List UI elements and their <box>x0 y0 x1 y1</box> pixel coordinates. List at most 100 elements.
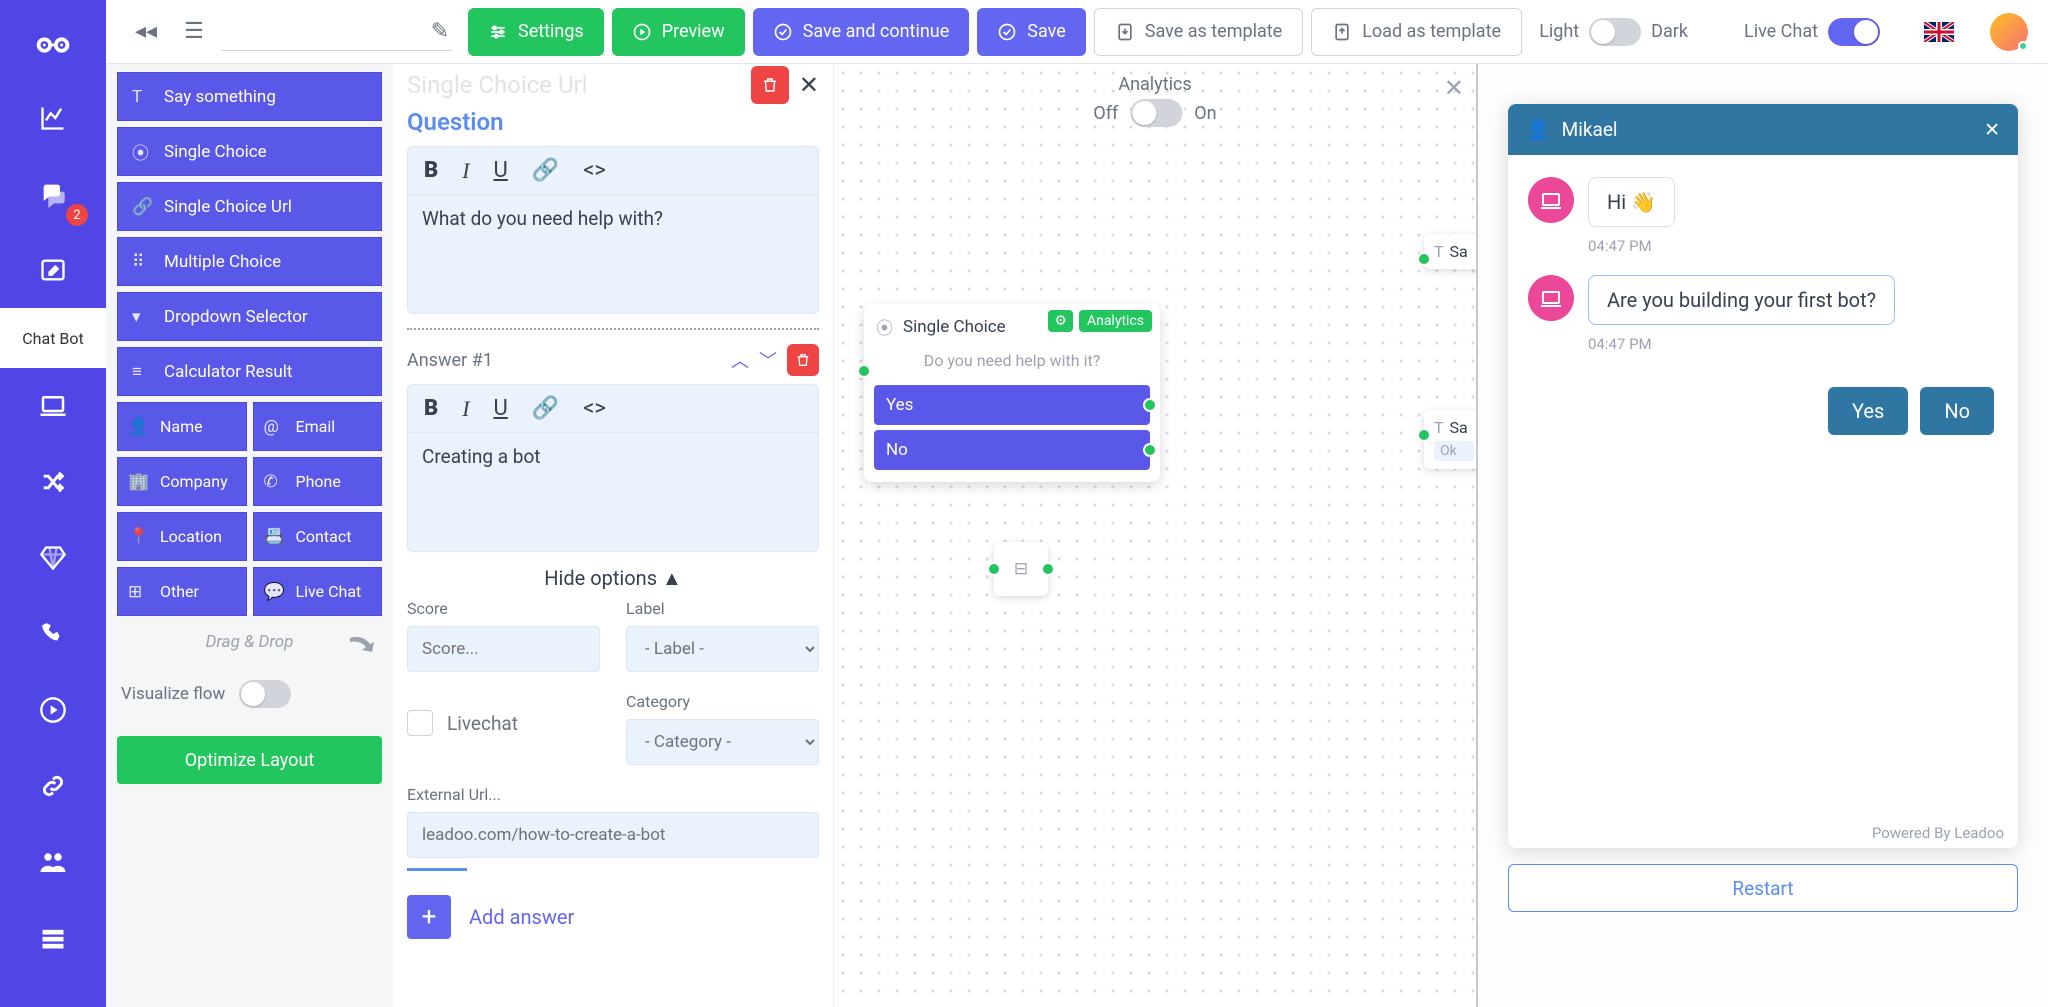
rail-laptop-icon[interactable] <box>0 368 106 444</box>
node-editor: Single Choice Url ✕ Question B I U 🔗 <> … <box>393 64 833 1007</box>
underline-icon[interactable]: U <box>494 396 508 421</box>
palette-livechat[interactable]: 💬Live Chat <box>253 567 383 616</box>
rail-users-icon[interactable] <box>0 824 106 900</box>
move-down-icon[interactable]: ﹀ <box>759 347 777 373</box>
close-editor-icon[interactable]: ✕ <box>799 71 819 99</box>
palette-calculator-result[interactable]: ≡Calculator Result <box>117 347 382 396</box>
palette-phone[interactable]: ✆Phone <box>253 457 383 506</box>
optimize-layout-button[interactable]: Optimize Layout <box>117 736 382 784</box>
user-avatar[interactable] <box>1990 13 2028 51</box>
chat-body: Hi 👋 04:47 PM Are you building your firs… <box>1508 155 2018 818</box>
preview-label: Preview <box>662 21 725 42</box>
palette-other[interactable]: ⊞Other <box>117 567 247 616</box>
flow-node-mini[interactable]: ⊟ <box>994 542 1048 596</box>
palette-single-choice-url[interactable]: 🔗Single Choice Url <box>117 182 382 231</box>
analytics-toggle[interactable] <box>1130 99 1182 127</box>
delete-answer-button[interactable] <box>787 344 819 376</box>
visualize-toggle[interactable] <box>239 680 291 708</box>
theme-toggle[interactable] <box>1589 18 1641 46</box>
palette-single-choice[interactable]: ⦿Single Choice <box>117 127 382 176</box>
link-icon[interactable]: 🔗 <box>532 396 559 421</box>
livechat-checkbox-label: Livechat <box>447 712 518 735</box>
rail-chats-icon[interactable]: 2 <box>0 156 106 232</box>
rail-shuffle-icon[interactable] <box>0 444 106 520</box>
node-option-no[interactable]: No <box>874 430 1150 470</box>
code-icon[interactable]: <> <box>583 158 606 183</box>
theme-toggle-group: Light Dark <box>1539 18 1688 46</box>
rail-link-icon[interactable] <box>0 748 106 824</box>
chat-timestamp-1: 04:47 PM <box>1588 237 1998 255</box>
category-select[interactable]: - Category - <box>626 719 819 765</box>
delete-node-button[interactable] <box>751 66 789 104</box>
rail-chatbot-active[interactable]: Chat Bot <box>0 308 106 368</box>
palette-dropdown-selector[interactable]: ▾Dropdown Selector <box>117 292 382 341</box>
add-answer-row[interactable]: + Add answer <box>407 895 819 939</box>
external-url-label: External Url... <box>407 785 819 804</box>
palette-contact[interactable]: 📇Contact <box>253 512 383 561</box>
flow-node-say2[interactable]: TSa Ok <box>1424 410 1478 469</box>
node-gear-badge[interactable]: ⚙ <box>1048 310 1073 332</box>
italic-icon[interactable]: I <box>462 158 469 184</box>
flow-node-say1[interactable]: TSa <box>1424 234 1478 269</box>
menu-icon[interactable]: ☰ <box>174 12 214 52</box>
visualize-flow-row: Visualize flow <box>117 674 382 730</box>
underline-icon[interactable]: U <box>494 158 508 183</box>
bot-name-input[interactable] <box>222 13 452 51</box>
palette-multiple-choice[interactable]: ⠿Multiple Choice <box>117 237 382 286</box>
settings-button[interactable]: Settings <box>468 8 604 56</box>
label-select[interactable]: - Label - <box>626 626 819 672</box>
palette-company[interactable]: 🏢Company <box>117 457 247 506</box>
pencil-icon[interactable]: ✎ <box>420 12 460 52</box>
answer-editor[interactable]: Creating a bot <box>407 432 819 552</box>
code-icon[interactable]: <> <box>583 396 606 421</box>
bot-avatar-icon <box>1528 275 1574 321</box>
save-button[interactable]: Save <box>977 8 1086 56</box>
question-editor[interactable]: What do you need help with? <box>407 194 819 314</box>
external-url-input[interactable] <box>407 812 819 858</box>
settings-label: Settings <box>518 21 584 42</box>
topbar: ◂◂ ☰ ✎ Settings Preview Save and continu… <box>106 0 2048 64</box>
palette-email[interactable]: @Email <box>253 402 383 451</box>
rail-edit-icon[interactable] <box>0 232 106 308</box>
palette-say-something[interactable]: TSay something <box>117 72 382 121</box>
link-icon[interactable]: 🔗 <box>532 158 559 183</box>
palette-location[interactable]: 📍Location <box>117 512 247 561</box>
save-continue-button[interactable]: Save and continue <box>753 8 970 56</box>
theme-light-label: Light <box>1539 21 1579 42</box>
node-option-yes[interactable]: Yes <box>874 385 1150 425</box>
chat-yes-button[interactable]: Yes <box>1828 387 1908 435</box>
rail-phone-icon[interactable] <box>0 596 106 672</box>
livechat-toggle-group: Live Chat <box>1744 18 1880 46</box>
bold-icon[interactable]: B <box>424 158 438 183</box>
flow-canvas[interactable]: Analytics Off On ✕ ⦿ Single Choice ⚙ <box>833 64 1478 1007</box>
back-icon[interactable]: ◂◂ <box>126 12 166 52</box>
rail-diamond-icon[interactable] <box>0 520 106 596</box>
analytics-off-label: Off <box>1093 103 1118 124</box>
language-flag-uk[interactable] <box>1924 22 1954 42</box>
move-up-icon[interactable]: ︿ <box>731 347 749 373</box>
category-label: Category <box>626 692 819 711</box>
livechat-toggle[interactable] <box>1828 18 1880 46</box>
close-canvas-icon[interactable]: ✕ <box>1444 74 1464 102</box>
chat-timestamp-2: 04:47 PM <box>1588 335 1998 353</box>
flow-node-single-choice[interactable]: ⦿ Single Choice ⚙ Analytics Do you need … <box>864 304 1160 482</box>
restart-button[interactable]: Restart <box>1508 864 2018 912</box>
node-analytics-badge[interactable]: Analytics <box>1079 310 1152 332</box>
chat-close-icon[interactable]: ✕ <box>1984 118 2000 141</box>
palette-name[interactable]: 👤Name <box>117 402 247 451</box>
chat-message-1: Hi 👋 <box>1588 177 1675 227</box>
bold-icon[interactable]: B <box>424 396 438 421</box>
node-palette: TSay something ⦿Single Choice 🔗Single Ch… <box>106 64 393 1007</box>
save-template-button[interactable]: Save as template <box>1094 8 1303 56</box>
load-template-button[interactable]: Load as template <box>1311 8 1522 56</box>
rail-stack-icon[interactable] <box>0 900 106 976</box>
rail-analytics-icon[interactable] <box>0 80 106 156</box>
hide-options-toggle[interactable]: Hide options ▲ <box>407 552 819 599</box>
score-input[interactable] <box>407 626 600 672</box>
livechat-checkbox[interactable] <box>407 710 433 736</box>
italic-icon[interactable]: I <box>462 396 469 422</box>
preview-button[interactable]: Preview <box>612 8 745 56</box>
chat-no-button[interactable]: No <box>1920 387 1994 435</box>
rail-play-icon[interactable] <box>0 672 106 748</box>
online-dot-icon <box>2018 41 2028 51</box>
